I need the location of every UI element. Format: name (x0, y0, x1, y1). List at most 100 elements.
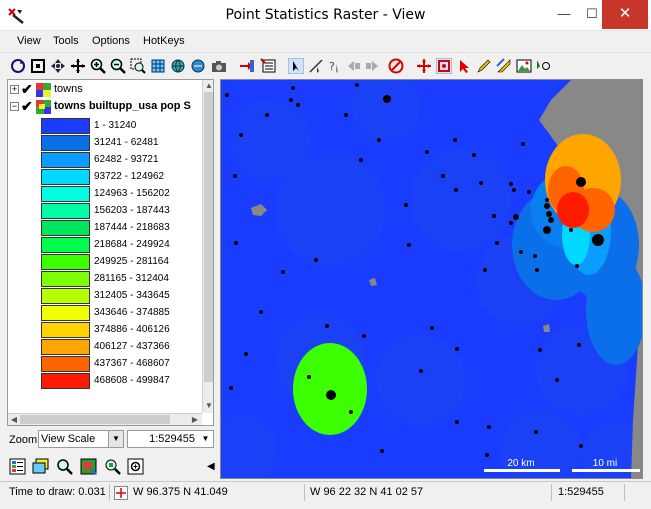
coordinates-decimal: W 96.375 N 41.049 (130, 484, 305, 501)
legend-swatch (41, 305, 90, 321)
legend-label: 62482 - 93721 (94, 154, 159, 165)
legend-tools: ◀ (7, 456, 215, 478)
chevron-down-icon[interactable]: ▼ (198, 431, 213, 447)
legend-swatch (41, 271, 90, 287)
legend-label: 124963 - 156202 (94, 188, 170, 199)
scale-value: 1:529455 (149, 433, 195, 445)
legend-label: 249925 - 281164 (94, 256, 169, 267)
arrow-select-icon[interactable] (456, 58, 472, 74)
legend-swatch (41, 220, 90, 236)
map-view[interactable]: 20 km 10 mi (220, 79, 643, 479)
cancel-icon[interactable] (388, 58, 404, 74)
legend-label: 343646 - 374885 (94, 307, 170, 318)
zoom-to-layer-icon[interactable] (127, 458, 144, 475)
search-icon[interactable] (56, 458, 73, 475)
legend-swatch (41, 203, 90, 219)
legend-label: 374886 - 406126 (94, 324, 170, 335)
menu-hotkeys[interactable]: HotKeys (143, 35, 185, 47)
map-icon[interactable] (80, 458, 97, 475)
legend-label: 437367 - 468607 (94, 358, 170, 369)
status-empty-cell (627, 484, 645, 501)
collapse-panel-icon[interactable]: ◀ (207, 461, 215, 472)
scale-bar-km-label: 20 km (507, 458, 534, 469)
draw-time-status: Time to draw: 0.031 (6, 484, 110, 501)
menu-tools[interactable]: Tools (53, 35, 79, 47)
zoom-region-icon[interactable] (436, 58, 452, 74)
legend-swatch (41, 186, 90, 202)
scroll-thumb[interactable] (20, 415, 170, 424)
globe-icon[interactable] (170, 58, 186, 74)
layers-icon[interactable] (32, 458, 49, 475)
layer-label: towns builtupp_usa pop S (54, 100, 191, 112)
legend-horizontal-scrollbar[interactable]: ◀ ▶ (8, 413, 202, 425)
toolbar: ? (0, 52, 651, 78)
legend-label: 312405 - 343645 (94, 290, 170, 301)
vector-layer-icon (36, 83, 51, 97)
legend-swatch (41, 152, 90, 168)
legend-label: 218684 - 249924 (94, 239, 170, 250)
legend-label: 1 - 31240 (94, 120, 137, 131)
scale-select[interactable]: 1:529455 ▼ (127, 430, 214, 448)
legend-label: 31241 - 62481 (94, 137, 159, 148)
expand-icon[interactable]: + (10, 85, 19, 94)
svg-text:?: ? (329, 60, 335, 73)
coordinates-dms: W 96 22 32 N 41 02 57 (307, 484, 552, 501)
scroll-up-arrow-icon[interactable]: ▲ (204, 81, 213, 91)
zoom-in-icon[interactable] (90, 58, 106, 74)
forward-icon[interactable] (364, 58, 380, 74)
zoom-out-icon[interactable] (110, 58, 126, 74)
raster-layer-icon (36, 100, 51, 114)
full-extent-icon[interactable] (30, 58, 46, 74)
menu-view[interactable]: View (17, 35, 41, 47)
layer-label: towns (54, 83, 83, 95)
query-icon[interactable]: ? (327, 58, 343, 74)
crosshair-status-icon[interactable] (112, 484, 130, 501)
point-select-icon[interactable] (535, 58, 551, 74)
zoom-mode-select[interactable]: View Scale ▼ (38, 430, 124, 448)
scroll-thumb[interactable] (204, 92, 213, 382)
zoom-layer-icon[interactable] (104, 458, 121, 475)
scroll-left-arrow-icon[interactable]: ◀ (9, 414, 19, 425)
legend-label: 93722 - 124962 (94, 171, 165, 182)
scroll-down-arrow-icon[interactable]: ▼ (204, 401, 213, 411)
move-icon[interactable] (70, 58, 86, 74)
measure-icon[interactable] (308, 58, 324, 74)
collapse-icon[interactable]: − (10, 102, 19, 111)
layer-controls-icon[interactable] (260, 58, 276, 74)
menu-options[interactable]: Options (92, 35, 130, 47)
legend-swatch (41, 254, 90, 270)
legend-swatch (41, 118, 90, 134)
pan-icon[interactable] (50, 58, 66, 74)
back-icon[interactable] (346, 58, 362, 74)
add-layer-icon[interactable] (239, 58, 255, 74)
legend-swatch (41, 288, 90, 304)
select-tool-icon[interactable] (288, 58, 304, 74)
layer-visible-checkbox[interactable]: ✔ (21, 99, 33, 113)
image-icon[interactable] (516, 58, 532, 74)
legend-swatch (41, 169, 90, 185)
legend-label: 406127 - 437366 (94, 341, 170, 352)
scroll-right-arrow-icon[interactable]: ▶ (190, 414, 200, 425)
pencil-icon[interactable] (476, 58, 492, 74)
close-button[interactable]: ✕ (602, 0, 648, 29)
grid-icon[interactable] (150, 58, 166, 74)
chevron-down-icon[interactable]: ▼ (108, 431, 123, 447)
zoom-box-icon[interactable] (130, 58, 146, 74)
legend-swatch (41, 356, 90, 372)
legend-vertical-scrollbar[interactable]: ▲ ▼ (202, 80, 213, 413)
crosshair-icon[interactable] (416, 58, 432, 74)
zoom-label: Zoom (9, 434, 38, 446)
ruler-icon[interactable] (496, 58, 512, 74)
title-bar: Point Statistics Raster - View — ☐ ✕ (0, 0, 651, 31)
refresh-globe-icon[interactable] (190, 58, 206, 74)
scale-bar-mi-label: 10 mi (593, 458, 617, 469)
camera-icon[interactable] (211, 58, 227, 74)
legend-swatch (41, 373, 90, 389)
legend-label: 156203 - 187443 (94, 205, 170, 216)
map-canvas[interactable]: 20 km 10 mi (221, 80, 643, 479)
zoom-mode-value: View Scale (41, 433, 96, 445)
redraw-icon[interactable] (10, 58, 26, 74)
layer-visible-checkbox[interactable]: ✔ (21, 82, 33, 96)
legend-view-icon[interactable] (9, 458, 26, 475)
legend-label: 281165 - 312404 (94, 273, 169, 284)
